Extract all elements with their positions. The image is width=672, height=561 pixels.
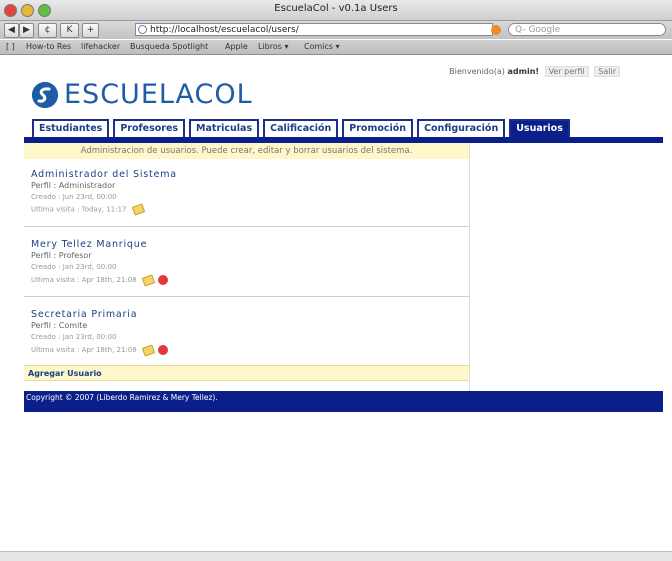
user-profile: Perfil : Profesor (31, 251, 92, 260)
user-entry: Mery Tellez Manrique Perfil : Profesor C… (24, 233, 469, 297)
user-last-visit: Ultima visita : Apr 18th, 21:08 (31, 273, 169, 287)
edit-icon[interactable] (131, 203, 145, 216)
forward-button[interactable]: ▶ (19, 23, 34, 38)
edit-icon[interactable] (141, 343, 156, 357)
user-name-link[interactable]: Mery Tellez Manrique (31, 239, 147, 250)
user-last-visit-text: Ultima visita : Apr 18th, 21:08 (31, 276, 137, 284)
user-last-visit: Ultima visita : Today, 11:17 (31, 203, 145, 216)
tab-profesores[interactable]: Profesores (113, 119, 186, 137)
footer: Copyright © 2007 (Liberdo Ramirez & Mery… (24, 391, 663, 412)
bookmark-item[interactable]: Libros ▾ (258, 42, 289, 51)
tab-promocion[interactable]: Promoción (342, 119, 414, 137)
bookmark-item[interactable]: Comics ▾ (304, 42, 340, 51)
delete-icon[interactable] (158, 275, 169, 285)
delete-icon[interactable] (158, 345, 169, 355)
main-tabs: Estudiantes Profesores Matriculas Califi… (32, 119, 570, 137)
user-created: Creado : Jan 23rd, 00:00 (31, 333, 117, 341)
add-user-link[interactable]: Agregar Usuario (24, 365, 469, 381)
user-created: Creado : Jan 23rd, 00:00 (31, 263, 117, 271)
user-name-link[interactable]: Secretaria Primaria (31, 309, 137, 320)
logo-text: ESCUELACOL (64, 79, 253, 110)
globe-icon (138, 25, 147, 34)
address-url: http://localhost/escuelacol/users/ (150, 25, 299, 35)
user-name-link[interactable]: Administrador del Sistema (31, 169, 177, 180)
bookmarks-bar: [ ] How-to Res lifehacker Busqueda Spotl… (0, 40, 672, 55)
reload-button[interactable]: ¢ (38, 23, 57, 38)
user-profile: Perfil : Comite (31, 321, 88, 330)
users-panel: Administracion de usuarios. Puede crear,… (24, 143, 470, 391)
address-bar[interactable]: http://localhost/escuelacol/users/ (135, 23, 493, 36)
profile-link[interactable]: Ver perfil (544, 66, 589, 77)
logo-icon (32, 82, 58, 108)
add-bookmark-button[interactable]: + (82, 23, 99, 38)
site-logo[interactable]: ESCUELACOL (32, 80, 253, 110)
user-profile: Perfil : Administrador (31, 181, 116, 190)
user-entry: Secretaria Primaria Perfil : Comite Crea… (24, 303, 469, 363)
edit-icon[interactable] (141, 273, 156, 287)
tab-calificacion[interactable]: Calificación (263, 119, 339, 137)
bookmark-item[interactable]: [ ] (6, 42, 15, 51)
user-last-visit-text: Ultima visita : Today, 11:17 (31, 205, 127, 214)
user-last-visit: Ultima visita : Apr 18th, 21:08 (31, 343, 169, 357)
welcome-text: Bienvenido(a) (449, 67, 505, 76)
user-last-visit-text: Ultima visita : Apr 18th, 21:08 (31, 346, 137, 354)
username: admin! (507, 67, 540, 76)
bookmark-item[interactable]: lifehacker (81, 42, 120, 51)
tab-estudiantes[interactable]: Estudiantes (32, 119, 110, 137)
tab-configuracion[interactable]: Configuración (417, 119, 506, 137)
bookmark-item[interactable]: Apple (225, 42, 248, 51)
back-button[interactable]: ◀ (4, 23, 19, 38)
user-created: Creado : Jun 23rd, 00:00 (31, 193, 117, 201)
logout-link[interactable]: Salir (594, 66, 620, 77)
user-info: Bienvenido(a) admin! Ver perfil Salir (449, 66, 620, 77)
bookmark-item[interactable]: Busqueda Spotlight (130, 42, 208, 51)
bookmark-item[interactable]: How-to Res (26, 42, 71, 51)
info-banner: Administracion de usuarios. Puede crear,… (24, 143, 469, 159)
search-field[interactable]: Q- Google (508, 23, 666, 36)
title-bar: EscuelaCol - v0.1a Users (0, 0, 672, 21)
rss-icon[interactable] (491, 25, 501, 35)
tab-matriculas[interactable]: Matriculas (189, 119, 260, 137)
tab-usuarios[interactable]: Usuarios (509, 119, 570, 137)
browser-toolbar: ◀ ▶ ¢ K + http://localhost/escuelacol/us… (0, 21, 672, 39)
reader-button[interactable]: K (60, 23, 79, 38)
window-title: EscuelaCol - v0.1a Users (274, 3, 398, 14)
user-entry: Administrador del Sistema Perfil : Admin… (24, 163, 469, 227)
